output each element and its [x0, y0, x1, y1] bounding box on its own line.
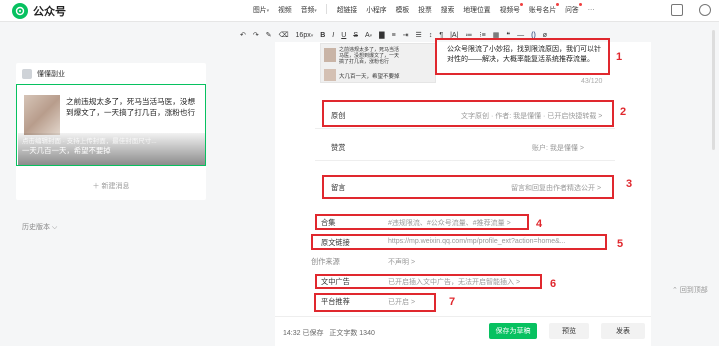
article-title: 之前违规太多了，死马当活马医，没想到爆文了，一天搞了打几百，涨粉也行	[66, 97, 196, 117]
line-height-icon[interactable]: ↕	[429, 32, 433, 39]
annotation-number-1: 1	[616, 51, 623, 63]
underline-button[interactable]: U	[341, 32, 346, 39]
annotation-box-1	[435, 38, 610, 75]
message-list-card: 懂懂副业 之前违规太多了，死马当活马医，没想到爆文了，一天搞了打几百，涨粉也行 …	[16, 63, 206, 200]
more-button[interactable]: ···	[588, 6, 595, 13]
digest-preview-image: 之前违规太多了，死马当活马医，没想到爆文了，一天搞了打几百，涨粉也行 大几百一天…	[320, 43, 436, 83]
history-version-link[interactable]: 历史版本 ⌵	[22, 222, 57, 232]
insert-video-button[interactable]: 视频	[278, 4, 292, 14]
avatar	[22, 69, 32, 79]
redo-icon[interactable]: ↷	[253, 31, 259, 39]
annotation-box-6	[315, 274, 542, 289]
annotation-box-5	[311, 234, 607, 250]
toolbar-divider	[325, 4, 327, 14]
phone-preview-icon[interactable]	[671, 4, 683, 16]
annotation-number-7: 7	[449, 296, 456, 308]
settings-icon[interactable]	[699, 4, 711, 16]
format-painter-icon[interactable]: ✎	[266, 31, 272, 39]
annotation-number-6: 6	[550, 278, 557, 290]
selected-article-card[interactable]: 之前违规太多了，死马当活马医，没想到爆文了，一天搞了打几百，涨粉也行 点击编辑封…	[16, 84, 206, 166]
insert-hyperlink-button[interactable]: 超链接	[337, 4, 357, 14]
arrow-up-icon: ⌃	[672, 287, 680, 294]
annotation-box-2	[322, 100, 614, 127]
chevron-down-icon: ⌵	[51, 224, 58, 231]
digest-char-counter: 43/120	[581, 78, 603, 85]
insert-channels-button[interactable]: 视频号	[500, 3, 524, 14]
row-divider	[315, 160, 615, 161]
creation-source-setting[interactable]: 不声明 >	[388, 257, 415, 267]
annotation-box-4	[315, 214, 529, 230]
insert-account-card-button[interactable]: 账号名片	[529, 3, 560, 14]
reward-label: 赞赏	[331, 143, 346, 152]
insert-miniprogram-button[interactable]: 小程序	[366, 4, 386, 14]
row-divider	[315, 128, 615, 129]
digest-preview-caption: 大几百一天，希望不要掉	[339, 74, 400, 80]
annotation-number-2: 2	[620, 106, 627, 118]
account-username: 懂懂副业	[37, 71, 65, 78]
add-message-button[interactable]: ＋ 新建消息	[16, 181, 206, 191]
annotation-number-4: 4	[536, 218, 543, 230]
insert-vote-button[interactable]: 投票	[418, 4, 432, 14]
insert-image-button[interactable]: 图片▾	[253, 4, 269, 14]
clear-format-icon[interactable]: ⌫	[279, 31, 289, 39]
font-size-select[interactable]: 16px▾	[296, 32, 314, 39]
digest-thumbnail-2	[324, 69, 336, 81]
indent-icon[interactable]: ⇥	[403, 31, 409, 39]
annotation-number-5: 5	[617, 238, 624, 250]
annotation-number-3: 3	[626, 178, 633, 190]
undo-icon[interactable]: ↶	[240, 31, 246, 39]
reward-setting[interactable]: 账户: 我是懂懂 >	[532, 143, 584, 153]
insert-location-button[interactable]: 地理位置	[463, 4, 490, 14]
cover-caption: 一天几百一天，希望不要掉	[22, 146, 111, 155]
top-bar: 公众号 图片▾ 视频 音频▾ 超链接 小程序 模板 投票 搜索 地理位置 视频号…	[0, 0, 719, 22]
scrollbar[interactable]	[712, 30, 715, 150]
account-header: 懂懂副业	[22, 69, 65, 79]
list-icon[interactable]: ☰	[416, 31, 422, 39]
align-icon[interactable]: ≡	[392, 32, 396, 39]
annotation-box-3	[322, 175, 614, 199]
digest-preview-title: 之前违规太多了，死马当活马医，没想到爆文了，一天搞了打几百，涨粉也行	[339, 47, 400, 65]
app-logo-group: 公众号	[12, 3, 66, 19]
app-name: 公众号	[33, 6, 66, 18]
insert-template-button[interactable]: 模板	[396, 4, 410, 14]
bottom-action-bar: 14:32 已保存 正文字数 1340 保存为草稿 预览 发表	[275, 316, 651, 346]
font-color-button[interactable]: A▾	[365, 32, 372, 39]
insert-qa-button[interactable]: 问答	[565, 3, 582, 14]
annotation-box-7	[314, 293, 436, 312]
creation-source-label: 创作来源	[311, 257, 340, 266]
publish-button[interactable]: 发表	[601, 323, 645, 339]
cover-hint: 点击编辑封面 · 支持上传封面，最佳封面尺寸...	[22, 138, 157, 145]
insert-audio-button[interactable]: 音频▾	[301, 4, 317, 14]
wechat-logo-icon	[12, 3, 28, 19]
digest-thumbnail	[324, 48, 336, 62]
back-to-top-button[interactable]: ⌃ 回到顶部	[672, 285, 708, 295]
italic-button[interactable]: I	[332, 32, 334, 39]
save-status: 14:32 已保存 正文字数 1340	[283, 330, 375, 337]
insert-toolbar: 图片▾ 视频 音频▾ 超链接 小程序 模板 投票 搜索 地理位置 视频号 账号名…	[253, 3, 604, 14]
cover-overlay[interactable]: 点击编辑封面 · 支持上传封面，最佳封面尺寸... 一天几百一天，希望不要掉	[18, 133, 205, 165]
strikethrough-button[interactable]: S	[353, 32, 358, 39]
background-color-icon[interactable]: ▇	[379, 31, 384, 39]
top-right-actions	[655, 4, 711, 16]
article-thumbnail	[24, 95, 60, 135]
save-draft-button[interactable]: 保存为草稿	[489, 323, 537, 339]
bold-button[interactable]: B	[320, 32, 325, 39]
insert-search-button[interactable]: 搜索	[441, 4, 455, 14]
preview-button[interactable]: 预览	[549, 323, 589, 339]
